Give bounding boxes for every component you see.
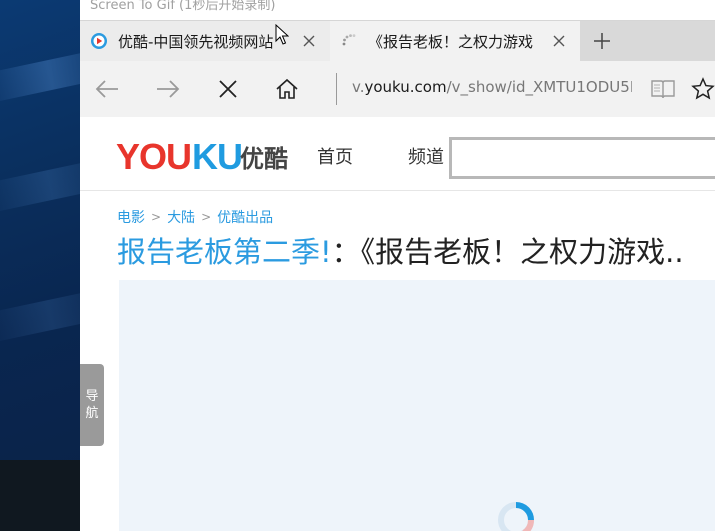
page-title: 报告老板第二季!：《报告老板！之权力游戏..: [117, 229, 715, 271]
tab-title: 优酷-中国领先视频网站: [118, 32, 274, 51]
tab-youku-home[interactable]: 优酷-中国领先视频网站: [80, 21, 330, 61]
desktop-dark-area: [0, 460, 80, 531]
navigation-toolbar: v.youku.com/v_show/id_XMTU1ODU5M: [80, 61, 715, 118]
side-nav-tab[interactable]: 导 航: [80, 364, 104, 446]
breadcrumb-item-youku-original[interactable]: 优酷出品: [217, 207, 273, 227]
address-separator: [336, 73, 337, 105]
mouse-cursor-icon: [275, 24, 289, 45]
tab-bar: 优酷-中国领先视频网站 《报告老板！之权力游戏: [80, 21, 715, 61]
forward-arrow-icon: [157, 80, 180, 98]
reading-view-icon: [651, 80, 675, 99]
page-content: YOU KU 优酷 首页 频道 电影 > 大陆 > 优酷出品 报告老板第二季!：…: [80, 117, 715, 531]
search-input[interactable]: [449, 137, 715, 179]
home-button[interactable]: [271, 73, 303, 105]
loading-icon: [342, 34, 356, 46]
youku-logo[interactable]: YOU KU 优酷: [116, 132, 291, 180]
plus-icon: [594, 33, 610, 49]
reading-view-button[interactable]: [647, 73, 679, 105]
nav-channel-link[interactable]: 频道: [408, 143, 444, 169]
address-prefix: v.: [352, 78, 365, 96]
logo-text-you: YOU: [116, 136, 191, 177]
favorite-button[interactable]: [687, 73, 715, 105]
youku-logo-image: YOU KU 优酷: [116, 136, 288, 177]
stop-icon: [219, 80, 237, 98]
browser-window: Screen To Gif (1秒后开始录制) 优酷-中国领先视频网站 《报告老…: [80, 0, 715, 531]
youku-favicon: [91, 33, 107, 49]
close-icon[interactable]: [299, 31, 319, 51]
address-domain: youku.com: [364, 78, 447, 96]
address-bar[interactable]: v.youku.com/v_show/id_XMTU1ODU5M: [352, 78, 632, 96]
tab-title: 《报告老板！之权力游戏: [368, 32, 534, 51]
video-player[interactable]: [119, 280, 715, 531]
back-button[interactable]: [91, 73, 123, 105]
close-icon[interactable]: [549, 31, 569, 51]
side-nav-label: 导: [85, 389, 99, 404]
site-header: YOU KU 优酷 首页 频道: [80, 117, 715, 191]
window-title: Screen To Gif (1秒后开始录制): [90, 0, 276, 13]
forward-button[interactable]: [152, 73, 184, 105]
tab-report-boss[interactable]: 《报告老板！之权力游戏: [330, 21, 580, 61]
side-nav-label: 航: [85, 406, 99, 421]
logo-text-cn: 优酷: [240, 145, 288, 173]
episode-title: ：《报告老板！之权力游戏..: [331, 235, 684, 269]
chevron-right-icon: >: [151, 210, 162, 224]
back-arrow-icon: [95, 80, 118, 98]
home-icon: [276, 78, 298, 99]
loading-spinner-icon: [498, 502, 534, 531]
breadcrumb-item-mainland[interactable]: 大陆: [167, 207, 195, 227]
address-path: /v_show/id_XMTU1ODU5M: [446, 78, 632, 96]
desktop-background: [0, 0, 122, 531]
breadcrumb: 电影 > 大陆 > 优酷出品: [117, 207, 273, 227]
title-bar: Screen To Gif (1秒后开始录制): [80, 0, 715, 21]
nav-home-link[interactable]: 首页: [317, 143, 353, 169]
stop-button[interactable]: [212, 73, 244, 105]
show-title-link[interactable]: 报告老板第二季!: [117, 235, 332, 269]
chevron-right-icon: >: [201, 210, 212, 224]
breadcrumb-item-movie[interactable]: 电影: [117, 207, 145, 227]
logo-text-ku: KU: [192, 136, 242, 177]
new-tab-button[interactable]: [588, 27, 616, 55]
favorite-star-icon: [691, 77, 715, 100]
